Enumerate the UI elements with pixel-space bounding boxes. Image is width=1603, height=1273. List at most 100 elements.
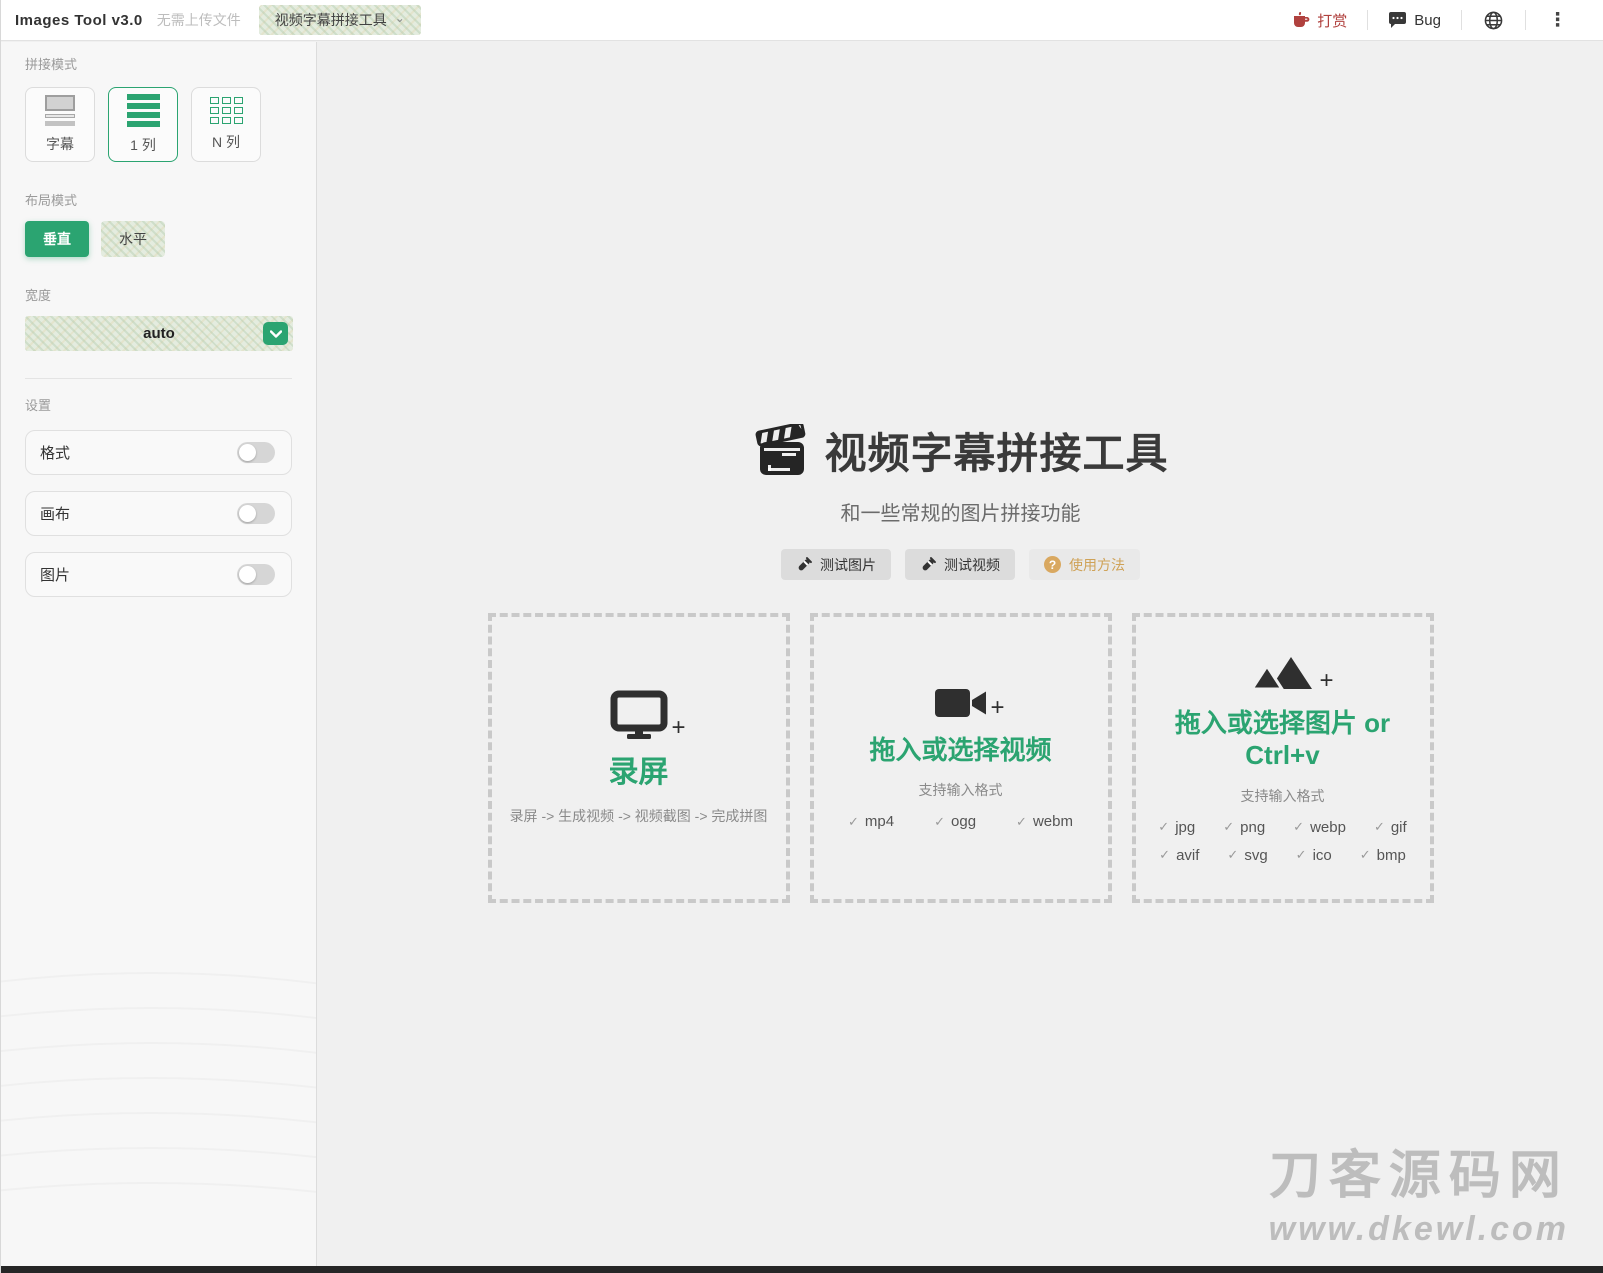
main-area: 视频字幕拼接工具 和一些常规的图片拼接功能 测试图片 测试视频 ? 使用方法 +… bbox=[318, 42, 1603, 1266]
format-item: ✓ webp bbox=[1293, 819, 1346, 836]
stitch-mode-subtitle[interactable]: 字幕 bbox=[25, 87, 95, 162]
button-label: 测试视频 bbox=[944, 556, 1000, 573]
toggle-knob bbox=[239, 566, 256, 583]
test-image-button[interactable]: 测试图片 bbox=[781, 549, 891, 580]
tab-video-subtitle-tool[interactable]: 视频字幕拼接工具 ⌄ bbox=[259, 5, 421, 35]
language-button[interactable] bbox=[1462, 11, 1525, 30]
check-icon: ✓ bbox=[1158, 819, 1170, 834]
check-icon: ✓ bbox=[1223, 819, 1235, 834]
layout-vertical-button[interactable]: 垂直 bbox=[25, 221, 89, 257]
action-buttons: 测试图片 测试视频 ? 使用方法 bbox=[781, 549, 1140, 580]
page-title: 视频字幕拼接工具 bbox=[824, 430, 1169, 477]
dropzone-title: 录屏 bbox=[608, 756, 669, 790]
bottom-strip bbox=[1, 1266, 1603, 1273]
dropzone-title: 拖入或选择图片 or Ctrl+v bbox=[1174, 707, 1391, 771]
format-list: ✓ jpg ✓ png ✓ webp ✓ gif ✓ avif ✓ svg ✓ ico ✓ bm… bbox=[1157, 819, 1409, 864]
format-name: gif bbox=[1390, 818, 1407, 836]
usage-help-button[interactable]: ? 使用方法 bbox=[1029, 549, 1140, 580]
subtitle-mode-icon bbox=[45, 95, 75, 126]
format-name: jpg bbox=[1175, 818, 1196, 836]
button-label: 测试图片 bbox=[820, 556, 876, 573]
format-name: ico bbox=[1312, 846, 1332, 864]
format-item: ✓ mp4 bbox=[848, 813, 894, 830]
bug-label: Bug bbox=[1414, 11, 1441, 29]
format-name: bmp bbox=[1376, 846, 1406, 864]
plus-icon: + bbox=[990, 693, 1005, 721]
stitch-mode-option-label: 字幕 bbox=[46, 136, 74, 152]
image-toggle[interactable] bbox=[237, 564, 275, 585]
formats-label: 支持输入格式 bbox=[918, 782, 1003, 799]
chevron-down-icon bbox=[269, 329, 282, 338]
test-tube-icon bbox=[920, 556, 936, 573]
speech-bubble-icon bbox=[1388, 11, 1407, 29]
setting-label: 图片 bbox=[40, 567, 71, 584]
check-icon: ✓ bbox=[1295, 847, 1307, 862]
check-icon: ✓ bbox=[934, 813, 946, 829]
dropzones: + 录屏 录屏 -> 生成视频 -> 视频截图 -> 完成拼图 + 拖入或选择视… bbox=[487, 613, 1434, 903]
globe-icon bbox=[1484, 11, 1503, 30]
check-icon: ✓ bbox=[1159, 847, 1171, 862]
format-item: ✓ avif bbox=[1159, 847, 1199, 864]
format-name: webm bbox=[1032, 813, 1073, 831]
format-name: mp4 bbox=[864, 813, 895, 831]
format-item: ✓ ico bbox=[1296, 847, 1332, 864]
stitch-mode-options: 字幕 1 列 N 列 bbox=[25, 87, 292, 162]
button-label: 使用方法 bbox=[1069, 556, 1125, 573]
width-select[interactable]: auto bbox=[25, 316, 293, 351]
setting-canvas: 画布 bbox=[25, 491, 292, 536]
video-dropzone[interactable]: + 拖入或选择视频 支持输入格式 ✓ mp4 ✓ ogg ✓ webm bbox=[809, 613, 1112, 903]
stitch-mode-option-label: N 列 bbox=[212, 134, 240, 150]
donate-label: 打赏 bbox=[1317, 12, 1348, 30]
layout-horizontal-button[interactable]: 水平 bbox=[101, 221, 165, 257]
toggle-knob bbox=[239, 444, 256, 461]
tab-label: 视频字幕拼接工具 bbox=[274, 12, 387, 28]
format-name: svg bbox=[1244, 846, 1268, 864]
toggle-knob bbox=[239, 505, 256, 522]
stitch-mode-option-label: 1 列 bbox=[130, 137, 156, 153]
format-item: ✓ jpg bbox=[1158, 819, 1195, 836]
settings-label: 设置 bbox=[25, 398, 52, 413]
check-icon: ✓ bbox=[1293, 819, 1305, 834]
more-menu-button[interactable]: ⋮ bbox=[1526, 9, 1589, 32]
bug-button[interactable]: Bug bbox=[1368, 11, 1461, 29]
setting-label: 格式 bbox=[40, 445, 71, 462]
formats-label: 支持输入格式 bbox=[1240, 787, 1325, 804]
topbar-actions: 打赏 Bug ⋮ bbox=[1272, 9, 1589, 32]
title-row: 视频字幕拼接工具 bbox=[752, 420, 1168, 481]
layout-mode-options: 垂直 水平 bbox=[25, 221, 292, 257]
n-columns-mode-icon bbox=[209, 97, 243, 124]
test-video-button[interactable]: 测试视频 bbox=[905, 549, 1015, 580]
video-camera-icon: + bbox=[934, 686, 1005, 721]
format-list: ✓ mp4 ✓ ogg ✓ webm bbox=[848, 813, 1073, 830]
stitch-mode-n-columns[interactable]: N 列 bbox=[191, 87, 261, 162]
dropzone-caption: 录屏 -> 生成视频 -> 视频截图 -> 完成拼图 bbox=[509, 807, 768, 824]
format-item: ✓ svg bbox=[1227, 847, 1267, 864]
sidebar-divider bbox=[25, 378, 292, 379]
dropzone-title: 拖入或选择视频 bbox=[869, 734, 1052, 765]
hero: 视频字幕拼接工具 和一些常规的图片拼接功能 测试图片 测试视频 ? 使用方法 +… bbox=[318, 42, 1603, 903]
image-icon: + bbox=[1249, 653, 1334, 694]
format-item: ✓ gif bbox=[1374, 819, 1407, 836]
width-dropdown-button[interactable] bbox=[263, 322, 288, 345]
format-item: ✓ ogg bbox=[934, 813, 976, 830]
setting-label: 画布 bbox=[40, 506, 71, 523]
format-item: ✓ png bbox=[1223, 819, 1265, 836]
screen-record-dropzone[interactable]: + 录屏 录屏 -> 生成视频 -> 视频截图 -> 完成拼图 bbox=[487, 613, 790, 903]
check-icon: ✓ bbox=[1373, 819, 1385, 834]
canvas-toggle[interactable] bbox=[237, 503, 275, 524]
test-tube-icon bbox=[796, 556, 812, 573]
stitch-mode-one-column[interactable]: 1 列 bbox=[108, 87, 178, 162]
monitor-icon: + bbox=[610, 690, 686, 741]
format-name: avif bbox=[1176, 846, 1200, 864]
app-title: Images Tool v3.0 bbox=[15, 11, 143, 29]
kebab-menu-icon: ⋮ bbox=[1548, 9, 1567, 31]
app-subtitle: 无需上传文件 bbox=[156, 12, 241, 28]
layout-mode-label: 布局模式 bbox=[25, 193, 78, 208]
format-toggle[interactable] bbox=[237, 442, 275, 463]
image-dropzone[interactable]: + 拖入或选择图片 or Ctrl+v 支持输入格式 ✓ jpg ✓ png ✓ we… bbox=[1131, 613, 1434, 903]
coffee-cup-icon bbox=[1292, 12, 1310, 28]
topbar: Images Tool v3.0 无需上传文件 视频字幕拼接工具 ⌄ 打赏 Bu… bbox=[1, 0, 1603, 41]
check-icon: ✓ bbox=[1359, 847, 1371, 862]
donate-button[interactable]: 打赏 bbox=[1272, 10, 1367, 31]
format-item: ✓ webm bbox=[1016, 813, 1073, 830]
